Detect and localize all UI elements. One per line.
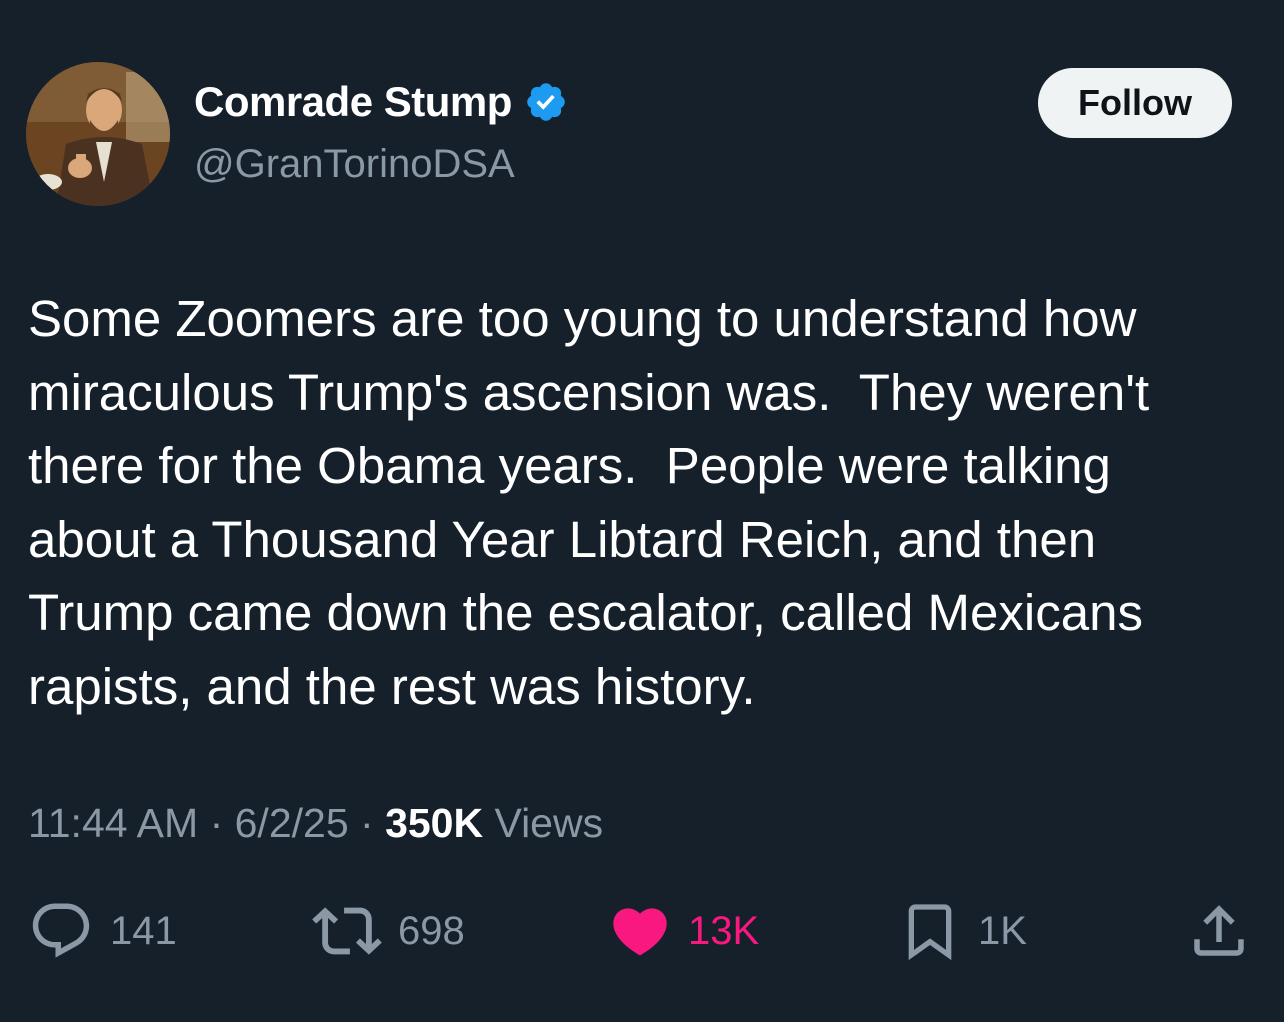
avatar-image bbox=[26, 62, 170, 206]
user-handle[interactable]: @GranTorinoDSA bbox=[194, 142, 515, 187]
name-row: Comrade Stump bbox=[194, 78, 568, 126]
tweet-meta: 11:44 AM · 6/2/25 · 350K Views bbox=[28, 800, 603, 847]
reply-button[interactable]: 141 bbox=[28, 895, 177, 967]
like-count: 13K bbox=[688, 908, 760, 953]
repost-icon bbox=[312, 907, 382, 955]
share-button[interactable] bbox=[1186, 895, 1252, 967]
tweet-actions: 141 698 13K 1K bbox=[0, 895, 1284, 967]
reply-icon bbox=[32, 903, 90, 958]
reply-count: 141 bbox=[110, 908, 177, 953]
meta-separator: · bbox=[348, 800, 386, 846]
meta-separator: · bbox=[198, 800, 235, 846]
bookmark-button[interactable]: 1K bbox=[898, 895, 1027, 967]
bookmark-count: 1K bbox=[978, 908, 1027, 953]
heart-icon bbox=[613, 908, 667, 956]
share-icon bbox=[1194, 905, 1244, 956]
tweet-text: Some Zoomers are too young to understand… bbox=[28, 290, 1150, 715]
avatar[interactable] bbox=[26, 62, 170, 206]
follow-button[interactable]: Follow bbox=[1038, 68, 1232, 138]
repost-count: 698 bbox=[398, 908, 465, 953]
views-label[interactable]: Views bbox=[483, 800, 603, 846]
repost-button[interactable]: 698 bbox=[312, 895, 465, 967]
tweet-time[interactable]: 11:44 AM bbox=[28, 800, 198, 846]
display-name[interactable]: Comrade Stump bbox=[194, 78, 512, 126]
bookmark-icon bbox=[908, 904, 952, 961]
verified-badge-icon[interactable] bbox=[524, 80, 568, 124]
tweet-date[interactable]: 6/2/25 bbox=[235, 800, 349, 846]
like-button[interactable]: 13K bbox=[608, 895, 759, 967]
views-count[interactable]: 350K bbox=[385, 800, 483, 846]
